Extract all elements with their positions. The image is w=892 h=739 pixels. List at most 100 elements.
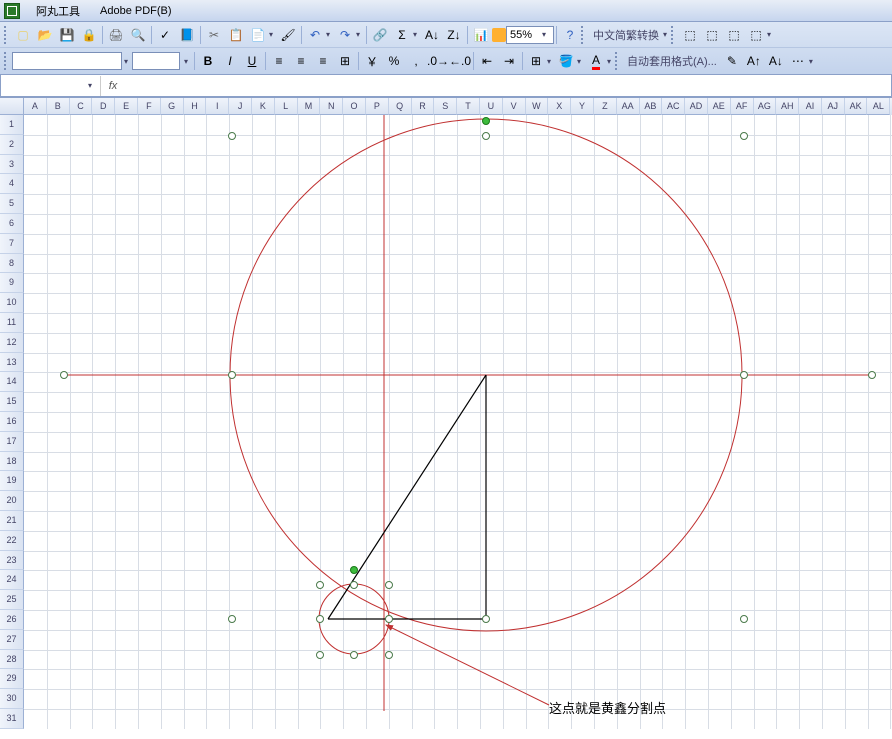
column-header[interactable]: N	[320, 98, 343, 115]
fill-color-button[interactable]: 🪣	[555, 50, 577, 72]
ext-dropdown[interactable]: ▾	[767, 30, 775, 39]
formula-input[interactable]	[125, 76, 891, 96]
cut-button[interactable]: ✂	[203, 24, 225, 46]
column-header[interactable]: AB	[640, 98, 663, 115]
align-right-button[interactable]: ≡	[312, 50, 334, 72]
row-header[interactable]: 7	[0, 234, 24, 254]
row-header[interactable]: 1	[0, 115, 24, 135]
undo-button[interactable]: ↶	[304, 24, 326, 46]
align-center-button[interactable]: ≡	[290, 50, 312, 72]
column-header[interactable]: V	[503, 98, 526, 115]
align-left-button[interactable]: ≡	[268, 50, 290, 72]
borders-button[interactable]: ⊞	[525, 50, 547, 72]
column-header[interactable]: Y	[571, 98, 594, 115]
row-header[interactable]: 25	[0, 590, 24, 610]
row-header[interactable]: 15	[0, 392, 24, 412]
row-header[interactable]: 29	[0, 669, 24, 689]
comma-button[interactable]: ,	[405, 50, 427, 72]
row-header[interactable]: 30	[0, 689, 24, 709]
row-header[interactable]: 19	[0, 471, 24, 491]
column-header[interactable]: L	[275, 98, 298, 115]
column-header[interactable]: I	[206, 98, 229, 115]
column-header[interactable]: M	[298, 98, 321, 115]
column-header[interactable]: E	[115, 98, 138, 115]
redo-dropdown[interactable]: ▾	[356, 30, 364, 39]
column-header[interactable]: B	[47, 98, 70, 115]
borders-dropdown[interactable]: ▾	[547, 57, 555, 66]
row-header[interactable]: 20	[0, 491, 24, 511]
print-button[interactable]: 🖨	[105, 24, 127, 46]
row-header[interactable]: 8	[0, 254, 24, 274]
row-header[interactable]: 14	[0, 372, 24, 392]
column-header[interactable]: AG	[754, 98, 777, 115]
autosum-button[interactable]: Σ	[391, 24, 413, 46]
column-header[interactable]: AH	[776, 98, 799, 115]
column-header[interactable]: AC	[662, 98, 685, 115]
row-header[interactable]: 13	[0, 353, 24, 373]
toolbar-handle[interactable]	[671, 26, 676, 44]
currency-button[interactable]: ￥	[361, 50, 383, 72]
underline-button[interactable]: U	[241, 50, 263, 72]
column-header[interactable]: H	[184, 98, 207, 115]
fontcolor-dropdown[interactable]: ▾	[607, 57, 615, 66]
row-header[interactable]: 10	[0, 293, 24, 313]
column-header[interactable]: A	[24, 98, 47, 115]
cells-area[interactable]	[24, 115, 892, 729]
row-header[interactable]: 27	[0, 630, 24, 650]
column-header[interactable]: P	[366, 98, 389, 115]
row-header[interactable]: 16	[0, 412, 24, 432]
row-header[interactable]: 31	[0, 709, 24, 729]
toolbar-handle[interactable]	[581, 26, 586, 44]
row-header[interactable]: 24	[0, 570, 24, 590]
style-button[interactable]: ✎	[721, 50, 743, 72]
paste-dropdown[interactable]: ▾	[269, 30, 277, 39]
column-header[interactable]: U	[480, 98, 503, 115]
column-header[interactable]: C	[70, 98, 93, 115]
ext4-button[interactable]: ⬚	[745, 24, 767, 46]
row-header[interactable]: 21	[0, 511, 24, 531]
toolbar-handle[interactable]	[4, 26, 9, 44]
row-header[interactable]: 3	[0, 155, 24, 175]
fx-button[interactable]: fx	[101, 80, 125, 92]
column-header[interactable]: X	[548, 98, 571, 115]
decrease-indent-button[interactable]: ⇤	[476, 50, 498, 72]
ext1-button[interactable]: ⬚	[679, 24, 701, 46]
fontsize-combo[interactable]	[132, 52, 180, 70]
column-header[interactable]: O	[343, 98, 366, 115]
column-header[interactable]: G	[161, 98, 184, 115]
spell-button[interactable]: ✓	[154, 24, 176, 46]
paste-button[interactable]: 📄	[247, 24, 269, 46]
row-header[interactable]: 17	[0, 432, 24, 452]
column-header[interactable]: S	[434, 98, 457, 115]
menu-awan-tools[interactable]: 阿丸工具	[26, 1, 90, 21]
column-header[interactable]: AE	[708, 98, 731, 115]
permission-button[interactable]: 🔒	[78, 24, 100, 46]
fontsize-dropdown[interactable]: ▾	[184, 57, 192, 66]
new-button[interactable]: ▢	[12, 24, 34, 46]
more-button[interactable]: ⋯	[787, 50, 809, 72]
column-header[interactable]: Z	[594, 98, 617, 115]
sort-desc-button[interactable]: Z↓	[443, 24, 465, 46]
row-header[interactable]: 4	[0, 174, 24, 194]
font-color-button[interactable]: A	[585, 50, 607, 72]
ext2-button[interactable]: ⬚	[701, 24, 723, 46]
column-header[interactable]: D	[92, 98, 115, 115]
row-header[interactable]: 2	[0, 135, 24, 155]
open-button[interactable]: 📂	[34, 24, 56, 46]
print-preview-button[interactable]: 🔍	[127, 24, 149, 46]
column-header[interactable]: R	[412, 98, 435, 115]
column-header[interactable]: AA	[617, 98, 640, 115]
column-header[interactable]: T	[457, 98, 480, 115]
more-dropdown[interactable]: ▾	[809, 57, 817, 66]
column-header[interactable]: Q	[389, 98, 412, 115]
undo-dropdown[interactable]: ▾	[326, 30, 334, 39]
row-header[interactable]: 28	[0, 650, 24, 670]
save-button[interactable]: 💾	[56, 24, 78, 46]
convert-button[interactable]: 中文简繁转换	[589, 27, 663, 43]
row-header[interactable]: 23	[0, 551, 24, 571]
format-painter-button[interactable]: 🖌	[277, 24, 299, 46]
row-header[interactable]: 11	[0, 313, 24, 333]
autosum-dropdown[interactable]: ▾	[413, 30, 421, 39]
column-header[interactable]: AJ	[822, 98, 845, 115]
row-header[interactable]: 18	[0, 452, 24, 472]
